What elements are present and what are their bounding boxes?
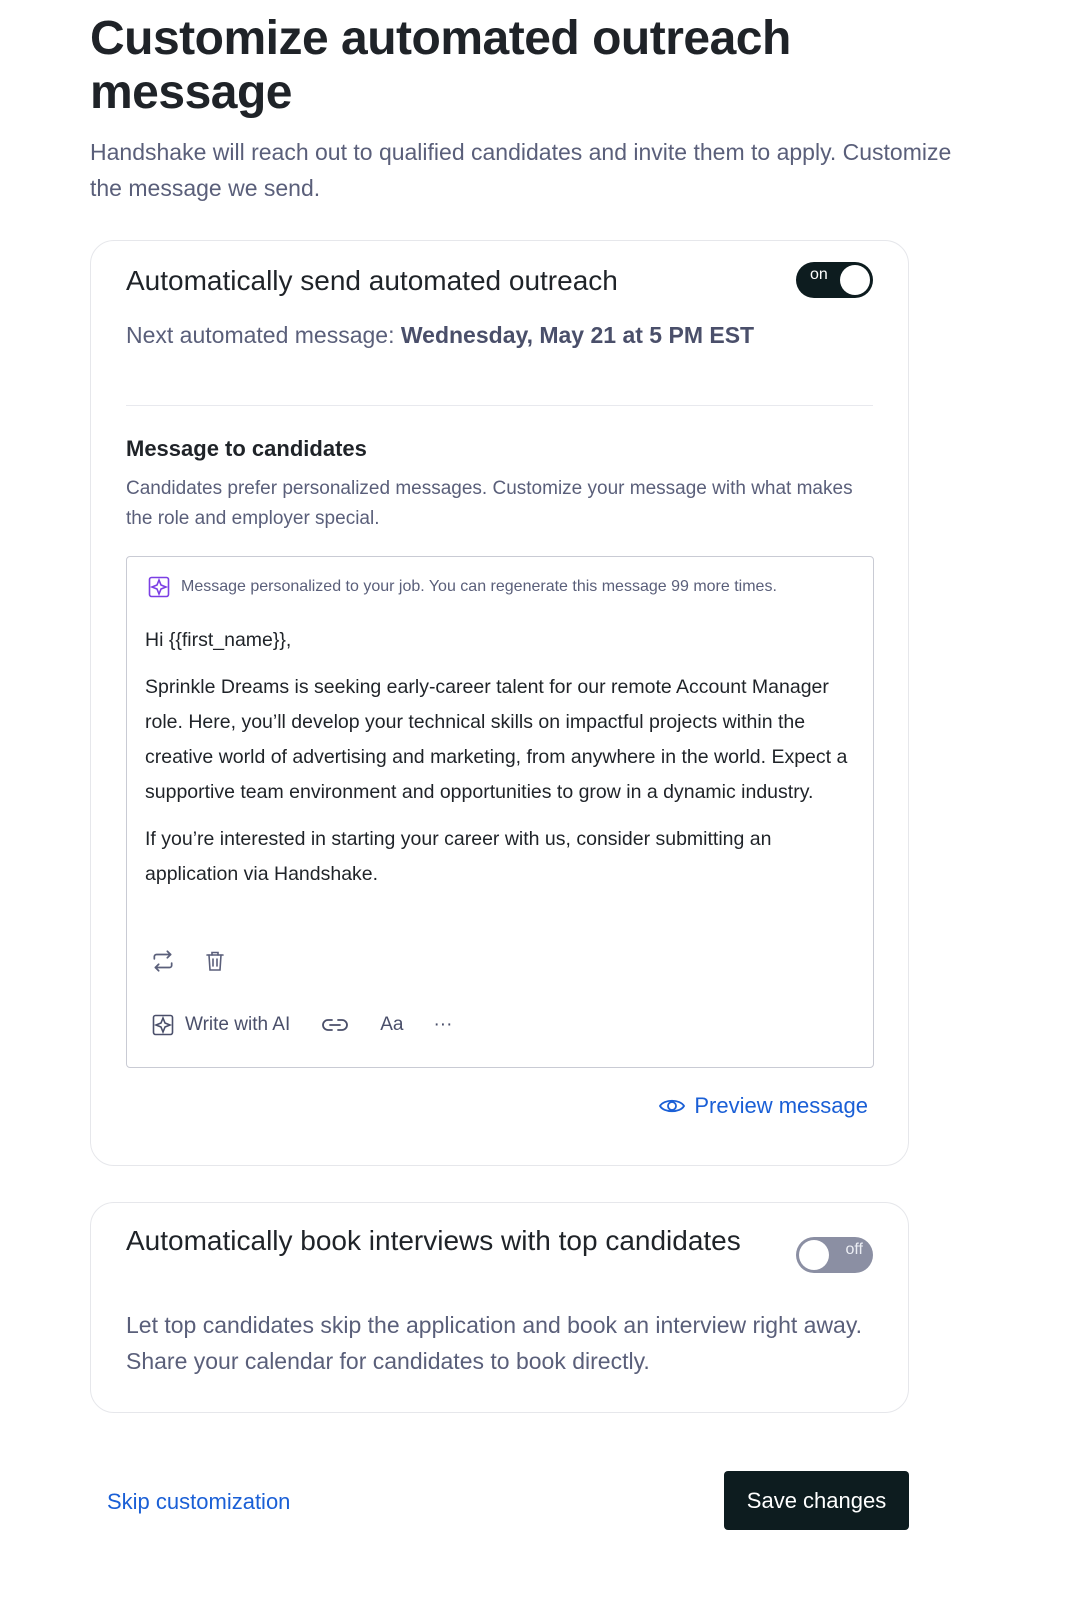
ai-sparkle-icon [147, 575, 171, 599]
interviews-toggle[interactable]: off [796, 1237, 873, 1273]
next-message-info: Next automated message: Wednesday, May 2… [126, 319, 754, 351]
message-paragraph: Sprinkle Dreams is seeking early-career … [145, 676, 848, 803]
ai-personalized-note: Message personalized to your job. You ca… [147, 575, 777, 599]
message-body[interactable]: Hi {{first_name}}, Sprinkle Dreams is se… [145, 623, 860, 904]
outreach-card: Automatically send automated outreach on… [90, 240, 909, 1166]
editor-toolbar: Write with AI Aa ··· [151, 1013, 452, 1037]
message-section-description: Candidates prefer personalized messages.… [126, 478, 853, 529]
next-message-prefix: Next automated message: [126, 322, 401, 348]
toggle-knob [840, 265, 870, 295]
save-changes-button[interactable]: Save changes [724, 1471, 909, 1530]
interviews-description: Let top candidates skip the application … [126, 1312, 863, 1374]
message-actions [149, 947, 229, 975]
divider [126, 405, 873, 406]
more-options-button[interactable]: ··· [433, 1014, 452, 1036]
write-with-ai-label: Write with AI [185, 1014, 291, 1035]
skip-customization-link[interactable]: Skip customization [107, 1486, 290, 1518]
ai-note-text: Message personalized to your job. You ca… [181, 578, 777, 595]
ai-sparkle-icon [152, 1014, 174, 1036]
message-paragraph: If you’re interested in starting your ca… [145, 828, 772, 885]
outreach-toggle[interactable]: on [796, 262, 873, 298]
toggle-knob [799, 1240, 829, 1270]
outreach-toggle-label: on [810, 266, 828, 283]
trash-icon[interactable] [201, 947, 229, 975]
eye-icon [659, 1099, 686, 1113]
write-with-ai-button[interactable]: Write with AI [151, 1013, 290, 1037]
link-icon[interactable] [320, 1015, 350, 1035]
message-greeting: Hi {{first_name}}, [145, 629, 292, 651]
interviews-toggle-label: off [845, 1241, 864, 1258]
regenerate-icon[interactable] [149, 947, 177, 975]
text-format-button[interactable]: Aa [380, 1014, 403, 1036]
page-subtitle: Handshake will reach out to qualified ca… [90, 139, 952, 201]
page-title: Customize automated outreach message [90, 12, 791, 119]
interviews-heading: Automatically book interviews with top c… [126, 1225, 741, 1256]
outreach-heading: Automatically send automated outreach [126, 265, 618, 296]
next-message-date: Wednesday, May 21 at 5 PM EST [400, 322, 755, 348]
message-editor[interactable]: Message personalized to your job. You ca… [126, 556, 874, 1068]
preview-message-link[interactable]: Preview message [658, 1093, 868, 1119]
preview-message-label: Preview message [694, 1093, 868, 1118]
message-section-title: Message to candidates [126, 436, 367, 461]
interviews-card: Automatically book interviews with top c… [90, 1202, 909, 1413]
